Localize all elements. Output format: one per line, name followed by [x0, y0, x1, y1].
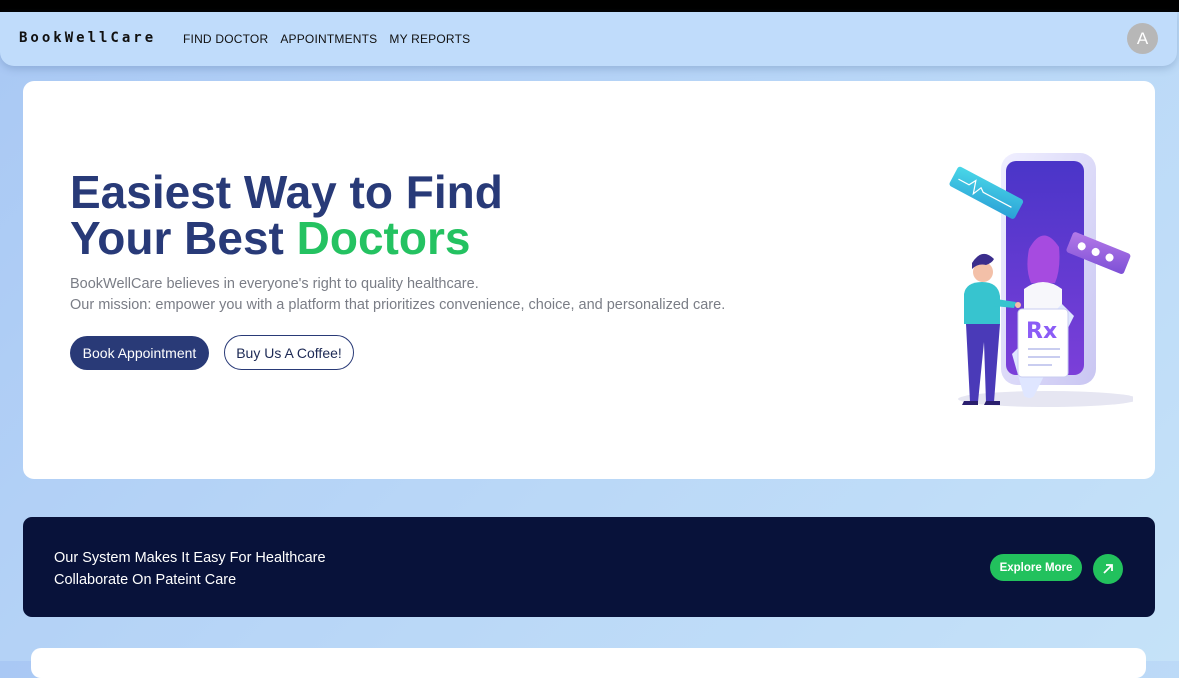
- banner-text: Our System Makes It Easy For Healthcare …: [54, 547, 326, 591]
- brand-logo[interactable]: BookWellCare: [19, 30, 156, 46]
- arrow-up-right-icon[interactable]: [1093, 554, 1123, 584]
- hero-title-line2: Your Best: [70, 212, 297, 264]
- rx-symbol: Rx: [1026, 319, 1057, 344]
- buy-coffee-button[interactable]: Buy Us A Coffee!: [224, 335, 354, 370]
- hero-description-line1: BookWellCare believes in everyone's righ…: [70, 276, 479, 292]
- bottom-card: [31, 648, 1146, 678]
- book-appointment-button[interactable]: Book Appointment: [70, 336, 209, 370]
- explore-more-button[interactable]: Explore More: [990, 554, 1082, 581]
- hero-title-accent: Doctors: [296, 212, 471, 264]
- banner-line2: Collaborate On Pateint Care: [54, 572, 237, 588]
- hero-description-line2: Our mission: empower you with a platform…: [70, 297, 726, 313]
- nav-my-reports[interactable]: MY REPORTS: [389, 32, 470, 46]
- banner-line1: Our System Makes It Easy For Healthcare: [54, 550, 326, 566]
- doctor-phone-illustration: Rx: [949, 153, 1133, 407]
- collaboration-banner: Our System Makes It Easy For Healthcare …: [23, 517, 1155, 617]
- nav-find-doctor[interactable]: FIND DOCTOR: [183, 32, 268, 46]
- navbar: BookWellCare FIND DOCTOR APPOINTMENTS MY…: [0, 12, 1177, 66]
- user-avatar[interactable]: A: [1127, 23, 1158, 54]
- hero-title-line1: Easiest Way to Find: [70, 166, 503, 218]
- nav-links: FIND DOCTOR APPOINTMENTS MY REPORTS: [183, 32, 470, 46]
- hero-title: Easiest Way to Find Your Best Doctors: [70, 169, 630, 261]
- nav-appointments[interactable]: APPOINTMENTS: [280, 32, 377, 46]
- hero-card: Easiest Way to Find Your Best Doctors Bo…: [23, 81, 1155, 479]
- window-top-strip: [0, 0, 1179, 12]
